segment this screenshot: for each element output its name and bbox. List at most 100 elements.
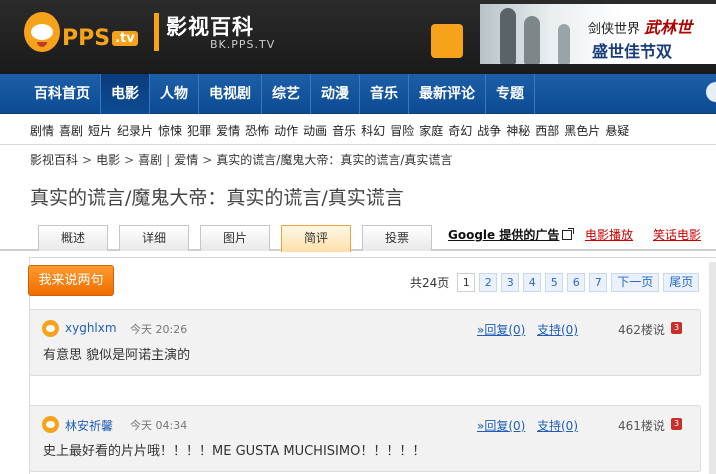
comment-username[interactable]: 林安祈馨	[65, 417, 113, 434]
site-header: PPS .tv 影视百科 BK.PPS.TV 剑侠世界 武林世 盛世佳节双	[0, 0, 716, 74]
google-ads-link[interactable]: Google 提供的广告	[448, 226, 575, 243]
genre-link[interactable]: 恐怖	[245, 122, 269, 139]
page-link[interactable]: 7	[589, 272, 608, 292]
tab-reviews[interactable]: 简评	[281, 225, 351, 252]
banner-line-2: 盛世佳节双	[592, 42, 673, 61]
site-badge-icon	[431, 24, 463, 58]
banner-figure	[558, 24, 570, 64]
genre-link[interactable]: 黑色片	[564, 122, 600, 139]
genre-link[interactable]: 喜剧	[59, 122, 83, 139]
genre-link[interactable]: 犯罪	[187, 122, 211, 139]
banner-figure	[500, 8, 516, 64]
genre-link[interactable]: 动作	[274, 122, 298, 139]
page-link[interactable]: 6	[567, 272, 586, 292]
genre-link[interactable]: 纪录片	[117, 122, 153, 139]
tab-details[interactable]: 详细	[119, 225, 189, 251]
breadcrumb-item[interactable]: 爱情	[174, 153, 198, 167]
nav-item[interactable]: 综艺	[262, 74, 311, 114]
page-link[interactable]: 2	[479, 272, 498, 292]
site-title: 影视百科	[166, 14, 254, 39]
pps-logo[interactable]: PPS .tv	[22, 8, 140, 60]
logo-text: PPS .tv	[62, 26, 138, 51]
comment-card: 林安祈馨 今天 04:34 »回复(0) 支持(0) 461楼说 3 史上最好看…	[29, 405, 701, 472]
genre-link[interactable]: 冒险	[390, 122, 414, 139]
main-nav-list: 百科首页 电影 人物 电视剧 综艺 动漫 音乐 最新评论 专题	[24, 74, 535, 114]
breadcrumb-separator: >	[124, 153, 135, 167]
page-link[interactable]: 4	[523, 272, 542, 292]
genre-nav: 剧情 喜剧 短片 纪录片 惊悚 犯罪 爱情 恐怖 动作 动画 音乐 科幻 冒险 家庭 奇幻 战争 神秘 西部 黑色片…	[0, 115, 716, 145]
nav-item[interactable]: 专题	[486, 74, 535, 114]
banner-line-1: 剑侠世界 武林世	[588, 18, 693, 37]
genre-link[interactable]: 悬疑	[605, 122, 629, 139]
comment-time: 今天 04:34	[130, 419, 188, 432]
breadcrumb-item: 真实的谎言/魔鬼大帝：真实的谎言/真实谎言	[216, 153, 453, 167]
breadcrumb-separator: |	[166, 153, 171, 167]
report-icon[interactable]: 3	[671, 322, 682, 334]
genre-link[interactable]: 音乐	[332, 122, 356, 139]
breadcrumb-item[interactable]: 电影	[96, 153, 120, 167]
genre-link[interactable]: 战争	[477, 122, 501, 139]
page-link[interactable]: 1	[457, 272, 476, 292]
nav-search-toggle-icon[interactable]	[706, 82, 716, 102]
genre-link[interactable]: 神秘	[506, 122, 530, 139]
nav-item[interactable]: 百科首页	[24, 74, 101, 114]
main-nav: 百科首页 电影 人物 电视剧 综艺 动漫 音乐 最新评论 专题	[0, 74, 716, 114]
pps-mascot-icon	[24, 12, 60, 52]
external-link-icon	[562, 228, 575, 240]
genre-link[interactable]: 奇幻	[448, 122, 472, 139]
nav-item[interactable]: 音乐	[360, 74, 409, 114]
genre-link[interactable]: 家庭	[419, 122, 443, 139]
comment-username[interactable]: xyghlxm	[65, 321, 117, 335]
nav-item[interactable]: 动漫	[311, 74, 360, 114]
ad-banner[interactable]: 剑侠世界 武林世 盛世佳节双	[480, 4, 716, 64]
user-avatar-icon	[42, 416, 59, 433]
floor-number: 461楼说	[618, 419, 665, 433]
comment-text: 史上最好看的片片哦！！！！ME GUSTA MUCHISIMO！！！！！	[43, 444, 426, 459]
comment-card: xyghlxm 今天 20:26 »回复(0) 支持(0) 462楼说 3 有意…	[29, 309, 701, 376]
scrollbar-track[interactable]	[709, 262, 716, 474]
ad-link-movie-play[interactable]: 电影播放	[585, 226, 633, 243]
nav-item[interactable]: 最新评论	[409, 74, 486, 114]
nav-item[interactable]: 电视剧	[199, 74, 262, 114]
genre-link[interactable]: 动画	[303, 122, 327, 139]
logo-tv: .tv	[112, 31, 138, 46]
next-page-button[interactable]: 下一页	[611, 272, 660, 292]
breadcrumb-separator: >	[202, 153, 213, 167]
support-link[interactable]: 支持(0)	[537, 321, 578, 338]
genre-list: 剧情 喜剧 短片 纪录片 惊悚 犯罪 爱情 恐怖 动作 动画 音乐 科幻 冒险 家庭 奇幻 战争 神秘 西部 黑色片…	[30, 122, 634, 139]
reply-link[interactable]: »回复(0)	[477, 417, 525, 434]
genre-link[interactable]: 爱情	[216, 122, 240, 139]
breadcrumb-item[interactable]: 影视百科	[30, 153, 78, 167]
title-accent-bar	[154, 13, 159, 51]
nav-item[interactable]: 电影	[101, 74, 150, 114]
comment-text: 有意思 貌似是阿诺主演的	[43, 348, 191, 363]
breadcrumb: 影视百科 > 电影 > 喜剧 | 爱情 > 真实的谎言/魔鬼大帝：真实的谎言/真实谎言	[30, 151, 452, 168]
user-avatar-icon	[42, 320, 59, 337]
genre-link[interactable]: 西部	[535, 122, 559, 139]
tab-vote[interactable]: 投票	[362, 225, 432, 251]
site-url: BK.PPS.TV	[210, 38, 276, 51]
comment-time: 今天 20:26	[130, 323, 188, 336]
genre-link[interactable]: 惊悚	[158, 122, 182, 139]
last-page-button[interactable]: 尾页	[663, 272, 700, 292]
breadcrumb-separator: >	[82, 153, 93, 167]
genre-link[interactable]: 科幻	[361, 122, 385, 139]
banner-figure	[524, 16, 540, 64]
floor-number: 462楼说	[618, 323, 665, 337]
page-link[interactable]: 3	[501, 272, 520, 292]
pagination: 共24页 1 2 3 4 5 6 7 下一页 尾页	[410, 272, 703, 292]
breadcrumb-item[interactable]: 喜剧	[138, 153, 162, 167]
tab-pictures[interactable]: 图片	[200, 225, 270, 251]
post-comment-button[interactable]: 我来说两句	[28, 265, 114, 296]
nav-item[interactable]: 人物	[150, 74, 199, 114]
genre-link[interactable]: 短片	[88, 122, 112, 139]
support-link[interactable]: 支持(0)	[537, 417, 578, 434]
page-total: 共24页	[410, 275, 450, 290]
genre-link[interactable]: 剧情	[30, 122, 54, 139]
tab-overview[interactable]: 概述	[38, 225, 108, 251]
report-icon[interactable]: 3	[671, 418, 682, 430]
reply-link[interactable]: »回复(0)	[477, 321, 525, 338]
ad-link-joke-movie[interactable]: 笑话电影	[653, 226, 701, 243]
page-title: 真实的谎言/魔鬼大帝：真实的谎言/真实谎言	[30, 187, 404, 209]
page-link[interactable]: 5	[545, 272, 564, 292]
